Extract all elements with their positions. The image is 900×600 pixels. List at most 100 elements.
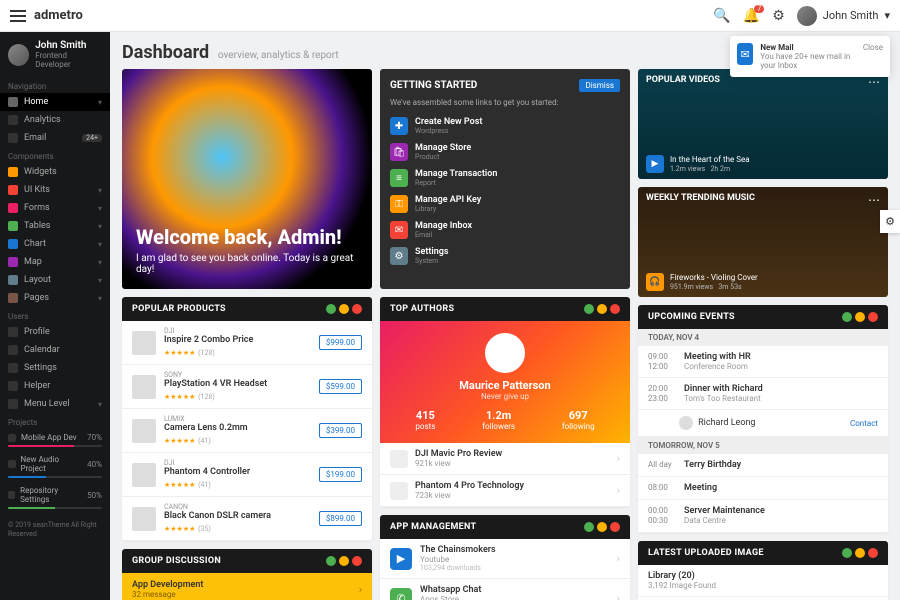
image-grid [638, 597, 888, 600]
panel-title: APP MANAGEMENT [390, 522, 476, 532]
project-item[interactable]: Mobile App Dev70% [0, 429, 110, 451]
panel-title: TOP AUTHORS [390, 304, 454, 314]
event-row[interactable]: All dayTerry Birthday [638, 454, 888, 477]
profile-block[interactable]: John Smith Frontend Developer [0, 32, 110, 77]
event-day: TODAY, NOV 4 [638, 329, 888, 346]
contact-link[interactable]: Contact [850, 419, 878, 428]
profile-name: John Smith [35, 40, 102, 51]
product-row[interactable]: DJIInspire 2 Combo Price★★★★★ (128)$999.… [122, 321, 372, 365]
panel-title: POPULAR VIDEOS [646, 75, 720, 85]
gs-link[interactable]: ⚿Manage API KeyLibrary [390, 191, 620, 217]
user-name: John Smith [823, 9, 879, 22]
panel-title: POPULAR PRODUCTS [132, 304, 226, 314]
panel-controls[interactable] [326, 556, 362, 566]
nav-section: Components [0, 147, 110, 163]
gs-link[interactable]: ⚙SettingsSystem [390, 243, 620, 269]
nav-calendar[interactable]: Calendar [0, 341, 110, 359]
avatar [679, 416, 693, 430]
event-row[interactable]: 09:0012:00Meeting with HRConference Room [638, 346, 888, 378]
product-row[interactable]: LUMIXCamera Lens 0.2mm★★★★★ (41)$399.00 [122, 409, 372, 453]
avatar [485, 333, 525, 373]
hero: Welcome back, Admin! I am glad to see yo… [122, 69, 372, 289]
nav-layout[interactable]: Layout▾ [0, 271, 110, 289]
nav-helper[interactable]: Helper [0, 377, 110, 395]
nav-email[interactable]: Email24+ [0, 129, 110, 147]
event-row[interactable]: 20:0023:00Dinner with RichardTom's Too R… [638, 378, 888, 410]
product-thumb [132, 375, 156, 399]
theme-settings-fab[interactable]: ⚙ [880, 210, 900, 233]
price-badge: $599.00 [319, 379, 362, 394]
panel-title: GROUP DISCUSSION [132, 556, 221, 566]
nav-widgets[interactable]: Widgets [0, 163, 110, 181]
gs-title: GETTING STARTED [390, 80, 477, 91]
nav-home[interactable]: Home▾ [0, 93, 110, 111]
chevron-down-icon: ▾ [884, 9, 890, 22]
nav-menulevel[interactable]: Menu Level▾ [0, 395, 110, 413]
chevron-right-icon: › [617, 552, 620, 565]
search-icon[interactable]: 🔍 [713, 8, 730, 24]
app-row[interactable]: ▶The ChainsmokersYoutube103,294 download… [380, 539, 630, 579]
panel-controls[interactable] [842, 548, 878, 558]
trending-music[interactable]: WEEKLY TRENDING MUSIC ⋯ 🎧 Fireworks - Vi… [638, 187, 888, 297]
nav-settings[interactable]: Settings [0, 359, 110, 377]
nav-tables[interactable]: Tables▾ [0, 217, 110, 235]
nav-map[interactable]: Map▾ [0, 253, 110, 271]
panel-controls[interactable] [584, 522, 620, 532]
gs-link[interactable]: ✚Create New PostWordpress [390, 113, 620, 139]
nav-forms[interactable]: Forms▾ [0, 199, 110, 217]
chevron-right-icon: › [617, 484, 620, 497]
nav-pages[interactable]: Pages▾ [0, 289, 110, 307]
notif-title: New Mail [760, 43, 856, 52]
settings-icon[interactable]: ⚙ [772, 8, 785, 24]
panel-controls[interactable] [326, 304, 362, 314]
price-badge: $199.00 [319, 467, 362, 482]
product-row[interactable]: SONYPlayStation 4 VR Headset★★★★★ (128)$… [122, 365, 372, 409]
nav-chart[interactable]: Chart▾ [0, 235, 110, 253]
chevron-right-icon: › [359, 583, 362, 596]
project-item[interactable]: New Audio Project40% [0, 451, 110, 482]
more-icon[interactable]: ⋯ [868, 193, 880, 207]
menu-toggle[interactable] [10, 10, 26, 22]
app-row[interactable]: ✆Whatsapp ChatApps Store94,122 downloads… [380, 579, 630, 600]
nav-uikits[interactable]: UI Kits▾ [0, 181, 110, 199]
notif-close[interactable]: Close [863, 43, 883, 70]
bell-icon[interactable]: 🔔7 [743, 8, 760, 24]
product-thumb [132, 419, 156, 443]
user-menu[interactable]: John Smith ▾ [797, 6, 890, 26]
event-day: TOMORROW, NOV 5 [638, 437, 888, 454]
chevron-right-icon: › [617, 452, 620, 465]
price-badge: $999.00 [319, 335, 362, 350]
project-item[interactable]: Repository Settings50% [0, 482, 110, 513]
product-thumb [132, 331, 156, 355]
dismiss-button[interactable]: Dismiss [579, 79, 620, 92]
event-row[interactable]: 00:0000:30Server MaintenanceData Centre [638, 500, 888, 532]
popular-video[interactable]: POPULAR VIDEOS ⋯ ▶ In the Heart of the S… [638, 69, 888, 179]
video-title: In the Heart of the Sea [670, 155, 750, 165]
product-row[interactable]: DJIPhantom 4 Controller★★★★★ (41)$199.00 [122, 453, 372, 497]
nav-analytics[interactable]: Analytics [0, 111, 110, 129]
library-title: Library (20) [648, 571, 878, 581]
gs-link[interactable]: 🛍Manage StoreProduct [390, 139, 620, 165]
review-row[interactable]: Phantom 4 Pro Technology723k view› [380, 475, 630, 507]
product-row[interactable]: CANONBlack Canon DSLR camera★★★★★ (35)$8… [122, 497, 372, 541]
panel-title: UPCOMING EVENTS [648, 312, 735, 322]
brand: admetro [34, 8, 83, 23]
event-row[interactable]: 08:00Meeting [638, 477, 888, 500]
nav-section: Users [0, 307, 110, 323]
more-icon[interactable]: ⋯ [868, 75, 880, 89]
nav-profile[interactable]: Profile [0, 323, 110, 341]
review-row[interactable]: DJI Mavic Pro Review921k view› [380, 443, 630, 475]
discussion-row[interactable]: App Development32 message › [122, 573, 372, 600]
notification-toast: ✉ New Mail You have 20+ new mail in your… [730, 36, 890, 77]
nav-section: Navigation [0, 77, 110, 93]
gs-link[interactable]: ≡Manage TransactionReport [390, 165, 620, 191]
page-subtitle: overview, analytics & report [218, 50, 339, 61]
panel-controls[interactable] [842, 312, 878, 322]
gs-link[interactable]: ✉Manage InboxEmail [390, 217, 620, 243]
hero-title: Welcome back, Admin! [136, 225, 358, 249]
hero-sub: I am glad to see you back online. Today … [136, 253, 358, 275]
play-icon[interactable]: 🎧 [646, 273, 664, 291]
product-thumb [132, 507, 156, 531]
play-icon[interactable]: ▶ [646, 155, 664, 173]
panel-controls[interactable] [584, 304, 620, 314]
